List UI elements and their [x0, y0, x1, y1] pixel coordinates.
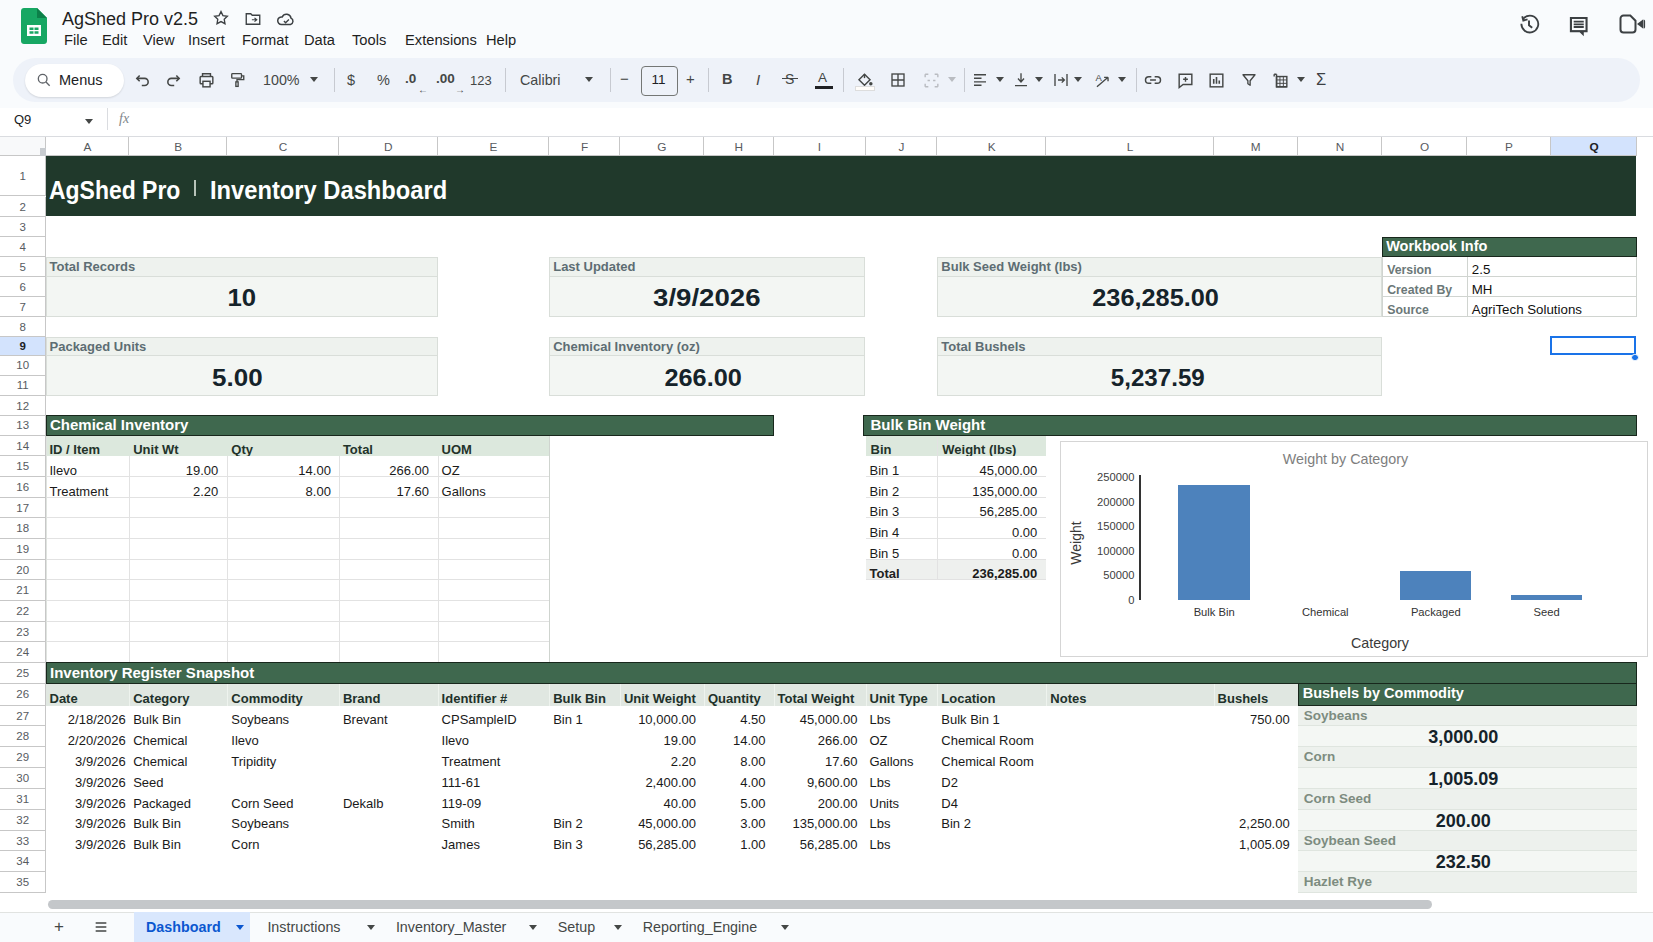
svg-text:A: A: [1095, 72, 1102, 83]
